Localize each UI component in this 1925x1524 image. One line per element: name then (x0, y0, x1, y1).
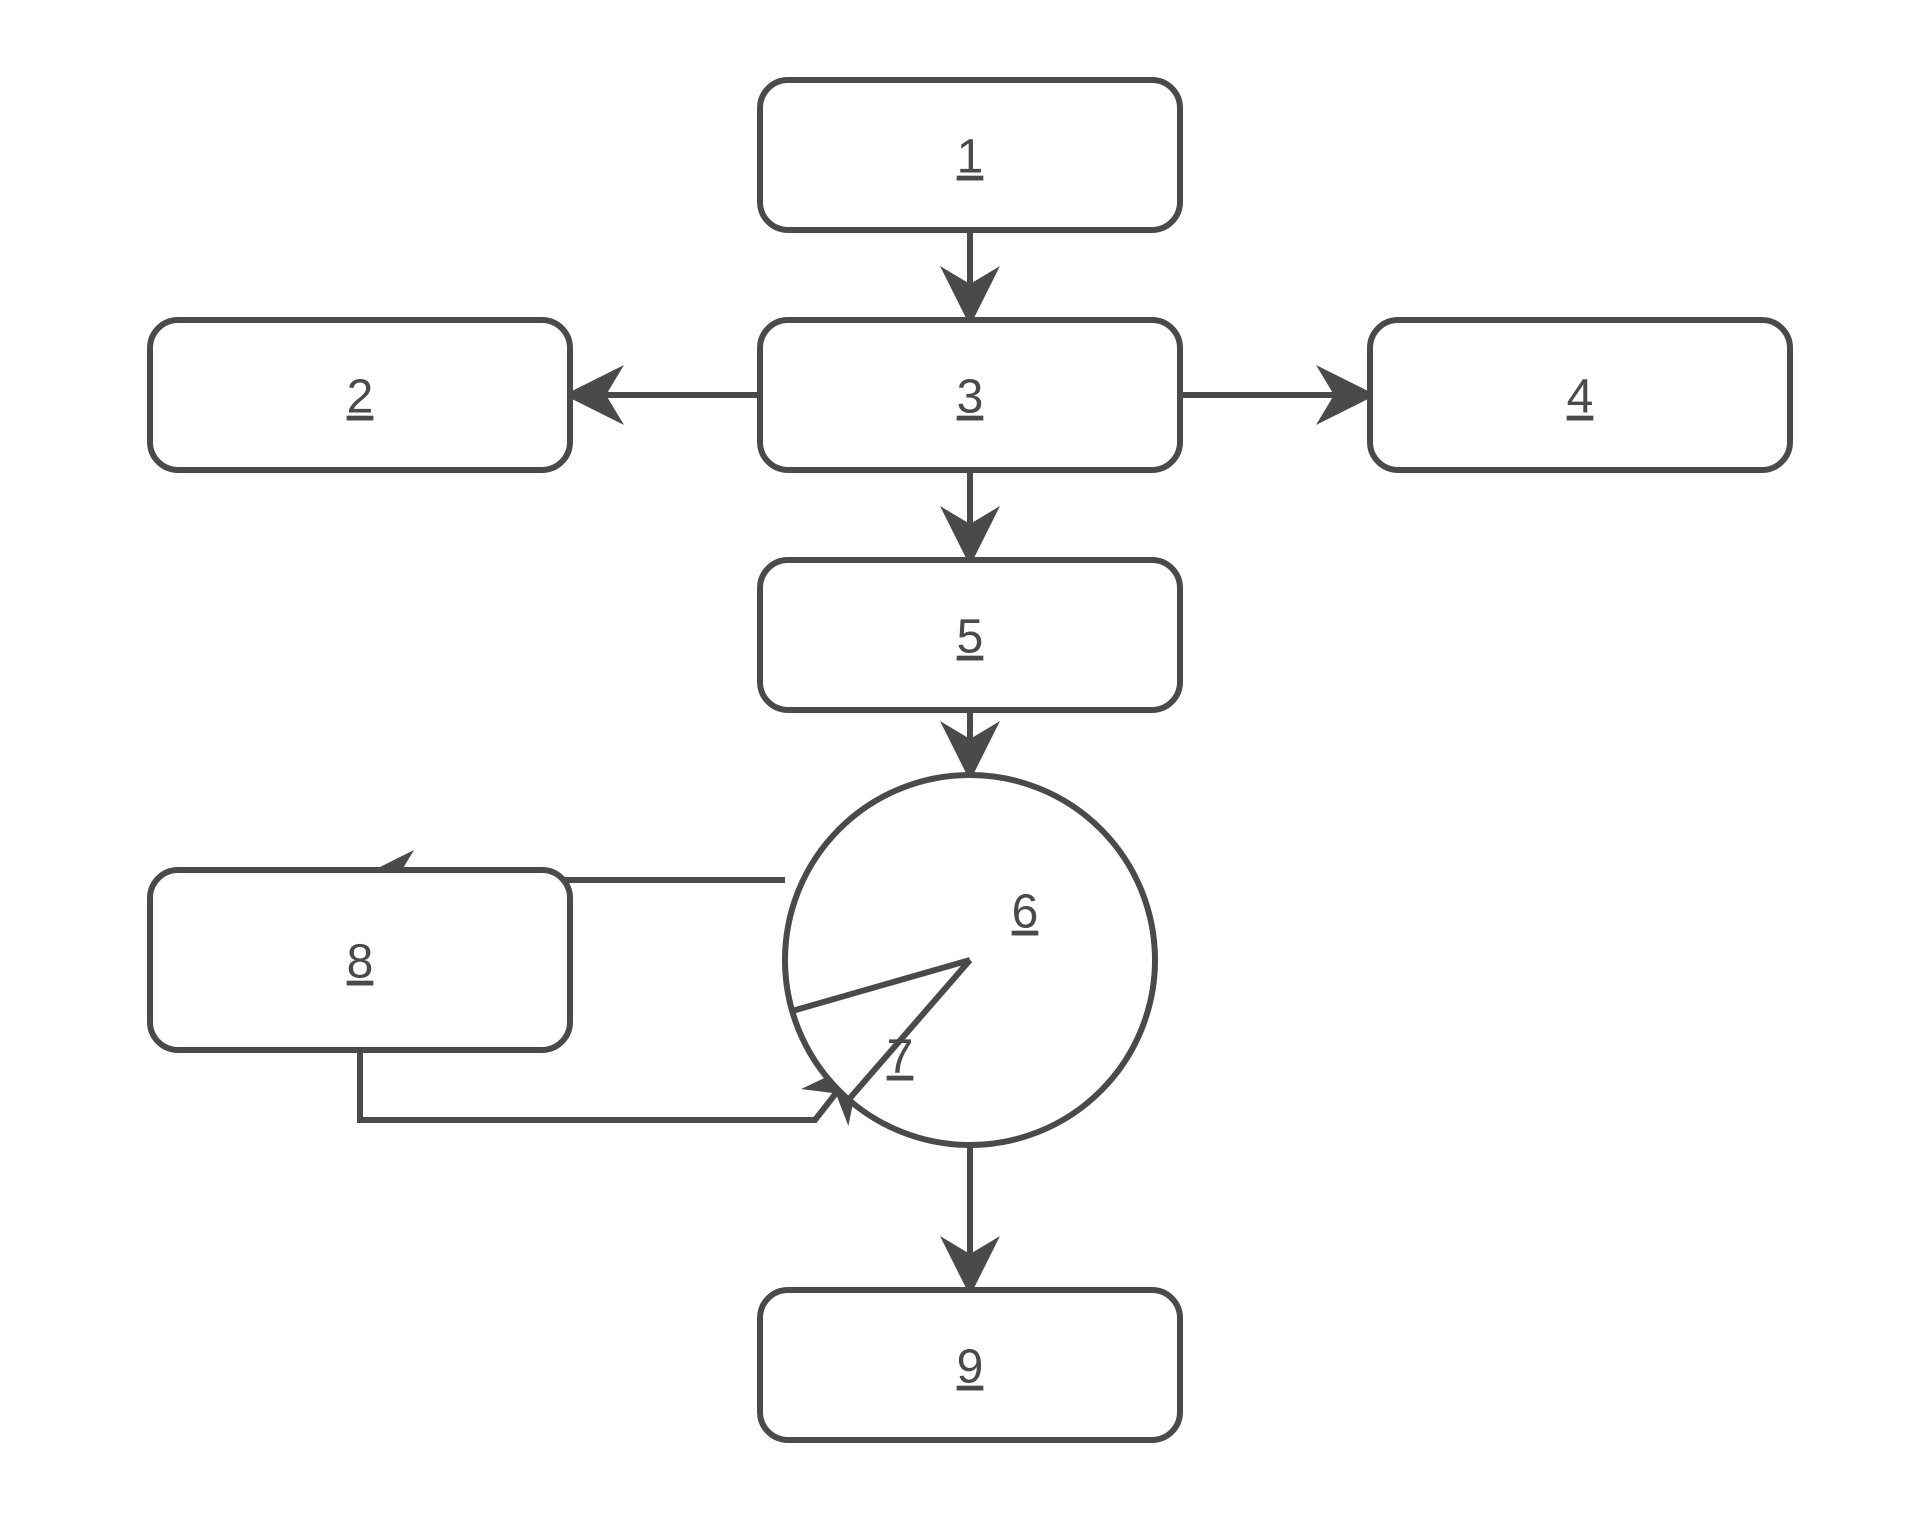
node-6: 6 (785, 775, 1155, 1145)
diagram-svg: 1 2 3 4 5 6 7 8 9 (0, 0, 1925, 1524)
node-label-8: 8 (347, 936, 374, 989)
node-9: 9 (760, 1290, 1180, 1440)
node-label-7: 7 (887, 1031, 914, 1084)
node-label-6: 6 (1012, 886, 1039, 939)
node-8: 8 (150, 870, 570, 1050)
node-2: 2 (150, 320, 570, 470)
node-label-9: 9 (957, 1341, 984, 1394)
node-label-2: 2 (347, 371, 374, 424)
flowchart-diagram: 1 2 3 4 5 6 7 8 9 (0, 0, 1925, 1524)
node-label-3: 3 (957, 371, 984, 424)
node-4: 4 (1370, 320, 1790, 470)
edge-n8-to-n6-wedge (360, 1050, 858, 1120)
node-3: 3 (760, 320, 1180, 470)
node-7: 7 (887, 1031, 914, 1084)
node-label-1: 1 (957, 131, 984, 184)
node-5: 5 (760, 560, 1180, 710)
node-label-4: 4 (1567, 371, 1594, 424)
node-label-5: 5 (957, 611, 984, 664)
node-1: 1 (760, 80, 1180, 230)
